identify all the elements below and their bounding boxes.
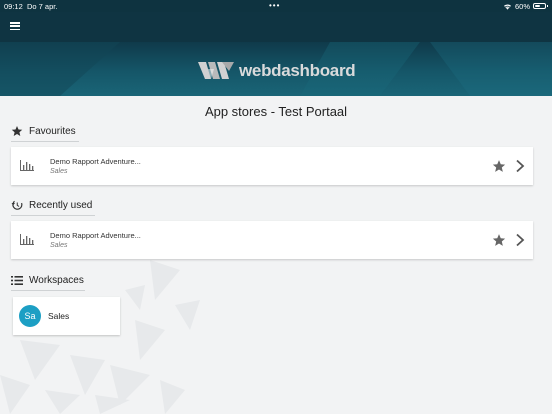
- page-title: App stores - Test Portaal: [204, 104, 348, 119]
- recently-used-section-title: Recently used: [11, 197, 95, 216]
- recent-item[interactable]: Demo Rapport Adventure... Sales: [11, 221, 533, 259]
- favourites-underline: [11, 141, 79, 142]
- favourites-label: Favourites: [29, 125, 76, 137]
- history-icon: [11, 199, 23, 211]
- top-app-bar: [0, 12, 552, 42]
- workspace-item-sales[interactable]: Sa Sales: [13, 297, 120, 335]
- webdashboard-logo: webdashboard: [196, 59, 356, 83]
- avatar: Sa: [19, 305, 41, 327]
- chevron-right-icon[interactable]: [515, 233, 525, 247]
- status-date: Do 7 apr.: [27, 1, 58, 11]
- status-bar: 09:12 Do 7 apr. ••• 60%: [0, 0, 552, 12]
- recent-item-name: Demo Rapport Adventure...: [50, 231, 141, 240]
- status-right: 60%: [503, 1, 548, 11]
- status-time: 09:12: [4, 1, 23, 11]
- brand-banner: webdashboard: [0, 42, 552, 96]
- workspaces-underline: [11, 290, 85, 291]
- chevron-right-icon[interactable]: [515, 159, 525, 173]
- recently-used-label: Recently used: [29, 199, 93, 211]
- logo-text: webdashboard: [239, 61, 356, 80]
- bar-chart-icon: [20, 234, 34, 245]
- workspace-name: Sales: [48, 311, 70, 321]
- favourites-section-title: Favourites: [11, 123, 79, 142]
- logo-mark-icon: [198, 62, 234, 79]
- list-icon: [11, 274, 23, 286]
- recently-used-underline: [11, 215, 95, 216]
- favourite-item-category: Sales: [50, 168, 68, 175]
- favourite-item[interactable]: Demo Rapport Adventure... Sales: [11, 147, 533, 185]
- star-icon[interactable]: [492, 159, 506, 173]
- bar-chart-icon: [20, 160, 34, 171]
- favourite-item-name: Demo Rapport Adventure...: [50, 157, 141, 166]
- star-icon[interactable]: [492, 233, 506, 247]
- battery-percentage: 60%: [514, 1, 530, 11]
- multitasking-dots[interactable]: •••: [269, 1, 280, 10]
- star-icon: [11, 125, 23, 137]
- wifi-icon: [503, 3, 511, 10]
- hamburger-icon[interactable]: [10, 22, 20, 31]
- battery-icon: [533, 3, 548, 9]
- workspaces-label: Workspaces: [29, 274, 84, 286]
- workspaces-section-title: Workspaces: [11, 272, 85, 291]
- recent-item-category: Sales: [50, 242, 68, 249]
